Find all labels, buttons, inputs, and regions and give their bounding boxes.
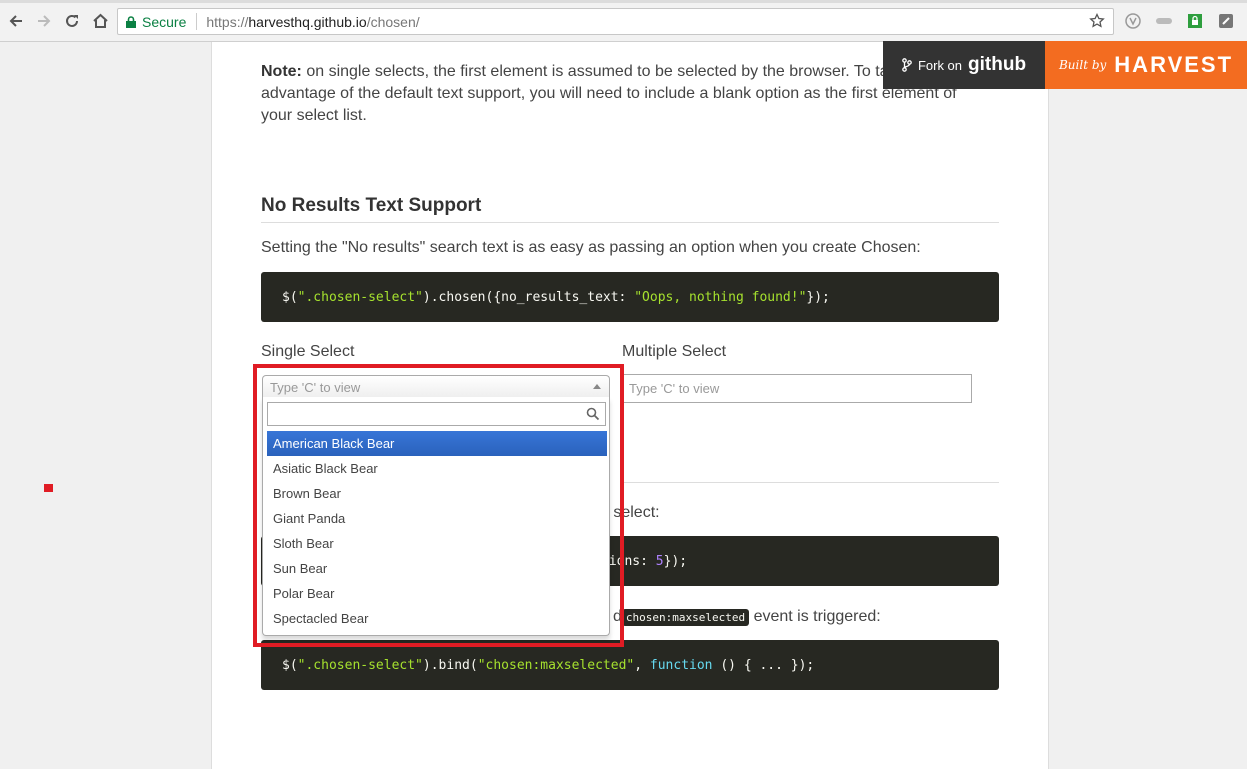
vivaldi-extension-icon[interactable] (1124, 12, 1142, 30)
bookmark-star-icon[interactable] (1089, 12, 1105, 32)
built-by-harvest-banner[interactable]: Built by HARVEST (1045, 41, 1247, 89)
home-icon (92, 13, 108, 28)
tab-strip-edge (0, 0, 1247, 3)
address-bar[interactable]: Secure https://harvesthq.github.io/chose… (117, 8, 1114, 35)
git-branch-icon (902, 58, 912, 72)
code-number: 5 (655, 553, 664, 569)
secure-indicator[interactable]: Secure (118, 14, 186, 30)
code-token: , (634, 657, 650, 673)
note-label: Note: (261, 63, 302, 80)
multiple-select-input[interactable]: Type 'C' to view (622, 374, 972, 403)
annotation-marker (44, 484, 53, 492)
section-divider (622, 482, 999, 483)
code-token: ).bind( (422, 657, 478, 673)
github-wordmark: github (968, 54, 1027, 75)
inline-code-maxselected: chosen:maxselected (621, 609, 750, 626)
secure-label: Secure (142, 13, 187, 30)
partial-text-suffix: event is triggered: (749, 608, 881, 625)
harvest-logo: HARVEST (1114, 52, 1234, 77)
back-arrow-icon (9, 15, 22, 27)
code-token: $( (282, 289, 298, 305)
home-button[interactable] (89, 10, 111, 32)
section-description: Setting the "No results" search text is … (261, 239, 921, 256)
reload-button[interactable] (61, 10, 83, 32)
code-block-no-results: $(".chosen-select").chosen({no_results_t… (261, 272, 999, 322)
link-extension-icon[interactable] (1155, 12, 1173, 30)
code-string: ".chosen-select" (297, 657, 423, 673)
green-lock-extension-icon[interactable] (1186, 12, 1204, 30)
url-scheme: https:// (206, 13, 249, 30)
reload-icon (66, 14, 78, 27)
forward-button[interactable] (33, 10, 55, 32)
section-heading: No Results Text Support (261, 195, 999, 223)
code-token: }); (663, 553, 688, 569)
note-paragraph: Note: on single selects, the first eleme… (261, 61, 981, 127)
lock-icon (126, 15, 136, 28)
code-string: ".chosen-select" (297, 289, 423, 305)
url-host: harvesthq.github.io (248, 13, 367, 30)
fork-prefix: Fork on (917, 57, 963, 73)
annotation-highlight-box (253, 364, 624, 647)
forward-arrow-icon (38, 15, 51, 27)
code-token: ).chosen({no_results_text: (422, 289, 635, 305)
code-string: "Oops, nothing found!" (634, 289, 807, 305)
url-text: https://harvesthq.github.io/chosen/ (206, 14, 419, 30)
single-select-label: Single Select (261, 343, 355, 360)
code-block-bind: $(".chosen-select").bind("chosen:maxsele… (261, 640, 999, 690)
fork-on-github-banner[interactable]: Fork on github (883, 41, 1045, 89)
code-string: "chosen:maxselected" (477, 657, 635, 673)
back-button[interactable] (5, 10, 27, 32)
url-path: /chosen/ (366, 13, 420, 30)
browser-toolbar: Secure https://harvesthq.github.io/chose… (0, 0, 1247, 42)
code-keyword: function (649, 657, 713, 673)
built-by-label: Built by (1058, 58, 1107, 72)
code-token: }); (806, 289, 830, 305)
partial-text-event: d chosen:maxselected event is triggered: (613, 608, 881, 626)
omnibox-separator (196, 13, 198, 30)
note-text: on single selects, the first element is … (261, 63, 957, 124)
code-token: () { ... }); (712, 657, 815, 673)
code-token: $( (282, 657, 298, 673)
multiple-select-label: Multiple Select (622, 343, 727, 360)
note-extension-icon[interactable] (1217, 12, 1235, 30)
